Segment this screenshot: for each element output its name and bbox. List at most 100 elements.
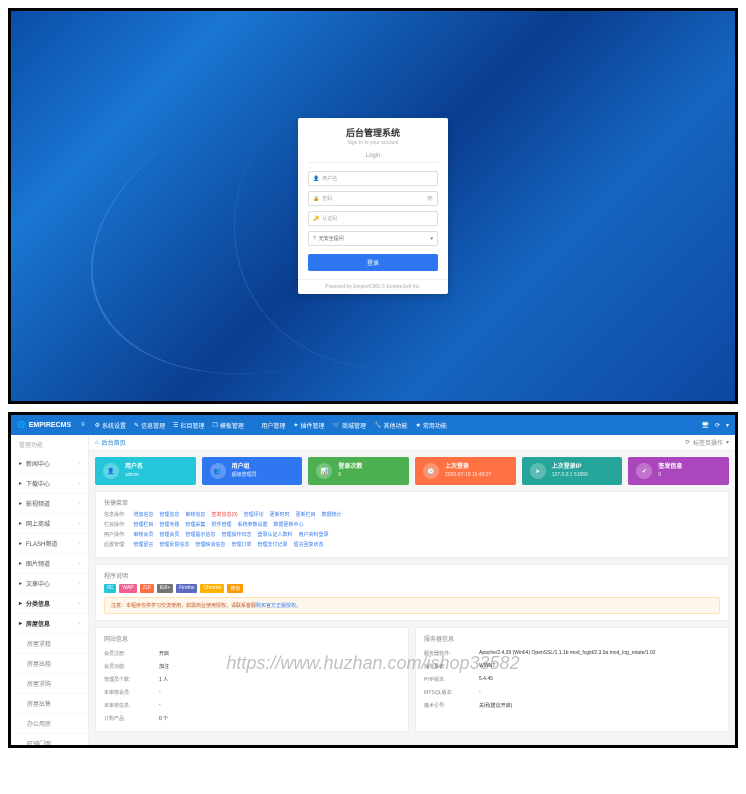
sidebar-item-8[interactable]: ▸房屋信息› (11, 614, 88, 634)
chevron-icon: › (78, 481, 80, 487)
sidebar-head: 管理功能 (11, 435, 88, 454)
quick-link-0-1[interactable]: 管理信息 (159, 511, 179, 518)
login-tab[interactable]: Login (308, 150, 438, 163)
topnav-4[interactable]: 👤用户管理 (252, 421, 286, 430)
refresh-small-icon: ⟳ (685, 439, 690, 446)
quick-link-1-0[interactable]: 管理栏目 (133, 521, 153, 528)
site-rows-row-5: 订购产品:0 个 (104, 712, 400, 725)
quick-link-3-0[interactable]: 管理留言 (133, 541, 153, 548)
sidebar-item-0[interactable]: ▸新闻中心› (11, 454, 88, 474)
chart-icon: 📊 (316, 463, 332, 479)
compat-section: 程序说明 9CWAPZUIIE8+FirefoxChrome微信 注意：本程序仅… (95, 564, 729, 621)
sidebar: 管理功能 ▸新闻中心›▸下载中心›▸影视频道›▸网上商城›▸FLASH频道›▸图… (11, 435, 89, 745)
site-rows-row-1: 会员功能:加注 (104, 660, 400, 673)
quick-link-3-2[interactable]: 管理映消信息 (195, 541, 225, 548)
quick-link-0-0[interactable]: 增加信息 (133, 511, 153, 518)
chevron-icon: › (78, 581, 80, 587)
quick-link-0-2[interactable]: 审核信息 (185, 511, 205, 518)
sidebar-item-9[interactable]: 房屋求租 (11, 634, 88, 654)
quick-link-1-3[interactable]: 附件管理 (211, 521, 231, 528)
login-submit-button[interactable]: 登录 (308, 254, 438, 271)
quick-link-3-1[interactable]: 管理反馈信息 (159, 541, 189, 548)
site-rows-row-0: 会员注册:开启 (104, 647, 400, 660)
login-panel: 后台管理系统 Sign In to your account Login 👤 用… (8, 8, 738, 404)
desktop-icon[interactable]: 🖥 (701, 422, 709, 429)
home-icon: ⚙ (95, 422, 100, 429)
globe-icon: 🌐 (17, 421, 26, 429)
tab-home[interactable]: ⌂后台首页 (95, 438, 126, 447)
quick-link-0-4[interactable]: 管理评论 (244, 511, 264, 518)
captcha-input[interactable]: 🔑 认证码 (308, 211, 438, 226)
topnav-8[interactable]: ★常用功能 (415, 421, 446, 430)
quick-link-3-3[interactable]: 管理订单 (231, 541, 251, 548)
list-icon: ☰ (173, 422, 178, 429)
quick-link-2-3[interactable]: 管理操作日志 (221, 531, 251, 538)
login-footer: Powered by EmpireCMS © EmpireSoft Inc. (298, 279, 448, 294)
quick-section: 快捷菜单 信息操作:增加信息管理信息审核信息签发信息(0)管理评论更新时时更新栏… (95, 491, 729, 558)
quick-link-3-5[interactable]: 留言回复状态 (293, 541, 323, 548)
sidebar-item-7[interactable]: ▸分类信息› (11, 594, 88, 614)
username-input[interactable]: 👤 用户名 (308, 171, 438, 186)
tabbar: ⌂后台首页 ⟳标签页操作▾ (89, 435, 735, 451)
topnav-0[interactable]: ⚙系统设置 (95, 421, 126, 430)
topnav-7[interactable]: 🔧其他功能 (374, 421, 408, 430)
topnav-3[interactable]: ❐模板管理 (213, 421, 244, 430)
topnav-5[interactable]: ✦插件管理 (293, 421, 324, 430)
quick-link-1-1[interactable]: 管理专题 (159, 521, 179, 528)
badge-4: Firefox (176, 584, 197, 593)
quick-link-0-7[interactable]: 数据统计 (322, 511, 342, 518)
eye-icon[interactable]: 👁 (427, 196, 433, 202)
site-info-section: 网站信息 会员注册:开启会员功能:加注管理员个数:1 人未审核会员:-未审核信息… (95, 627, 409, 732)
topnav-1[interactable]: ✎信息管理 (134, 421, 165, 430)
quick-link-2-5[interactable]: 用户资料登录 (298, 531, 328, 538)
quick-link-0-5[interactable]: 更新时时 (270, 511, 290, 518)
security-question-select[interactable]: ?无安全提问 ▾ (308, 231, 438, 246)
quick-row-3: 后置管理:管理留言管理反馈信息管理映消信息管理订单管理支付记录留言回复状态 (104, 541, 720, 548)
server-rows-row-1: 操作系统:WINNT (424, 660, 720, 673)
sidebar-item-3[interactable]: ▸网上商城› (11, 514, 88, 534)
badge-6: 微信 (227, 584, 243, 593)
lock-icon: 🔒 (313, 196, 319, 202)
check-icon: ✔ (636, 463, 652, 479)
sidebar-item-4[interactable]: ▸FLASH频道› (11, 534, 88, 554)
login-title: 后台管理系统 (308, 126, 438, 139)
dropdown-icon[interactable]: ▾ (726, 422, 729, 429)
quick-link-1-5[interactable]: 数据更新中心 (273, 521, 303, 528)
menu-icon[interactable]: ≡ (81, 422, 85, 428)
quick-link-2-2[interactable]: 管理提示信息 (185, 531, 215, 538)
server-rows-row-4: 魔术引号:关闭(建议开启) (424, 699, 720, 712)
quick-link-2-1[interactable]: 管理会员 (159, 531, 179, 538)
topnav-6[interactable]: 🛒商城管理 (332, 421, 366, 430)
quick-link-2-4[interactable]: 登录认证人数料 (257, 531, 292, 538)
sidebar-item-6[interactable]: ▸文章中心› (11, 574, 88, 594)
quick-link-1-4[interactable]: 系统参数设置 (237, 521, 267, 528)
sidebar-item-5[interactable]: ▸图片频道› (11, 554, 88, 574)
logo[interactable]: 🌐 EMPIRECMS (17, 421, 71, 429)
chevron-icon: › (78, 541, 80, 547)
sidebar-item-11[interactable]: 房屋求购 (11, 674, 88, 694)
star-icon: ★ (415, 422, 420, 429)
chevron-icon: › (78, 601, 80, 607)
quick-link-1-2[interactable]: 管理采集 (185, 521, 205, 528)
password-input[interactable]: 🔒 密码 👁 (308, 191, 438, 206)
tab-ops[interactable]: ⟳标签页操作▾ (685, 438, 729, 447)
quick-link-3-4[interactable]: 管理支付记录 (257, 541, 287, 548)
topnav-2[interactable]: ☰栏目管理 (173, 421, 204, 430)
badge-2: ZUI (140, 584, 154, 593)
quick-link-0-3[interactable]: 签发信息(0) (211, 511, 237, 518)
sidebar-item-10[interactable]: 房屋出租 (11, 654, 88, 674)
site-rows-row-4: 未审核信息:- (104, 699, 400, 712)
doc-icon: ▸ (19, 560, 22, 567)
doc-icon: ▸ (19, 520, 22, 527)
quick-link-2-0[interactable]: 审核会员 (133, 531, 153, 538)
stat-card-0: 👤用户名admin (95, 457, 196, 485)
sidebar-item-14[interactable]: 旺铺门面 (11, 734, 88, 745)
alert-link[interactable]: 购买官方正版授权。 (256, 603, 301, 609)
sidebar-item-2[interactable]: ▸影视频道› (11, 494, 88, 514)
sidebar-item-13[interactable]: 办公用房 (11, 714, 88, 734)
sidebar-item-1[interactable]: ▸下载中心› (11, 474, 88, 494)
badge-5: Chrome (200, 584, 224, 593)
sidebar-item-12[interactable]: 房屋出售 (11, 694, 88, 714)
refresh-icon[interactable]: ⟳ (715, 422, 720, 429)
quick-link-0-6[interactable]: 更新栏目 (296, 511, 316, 518)
